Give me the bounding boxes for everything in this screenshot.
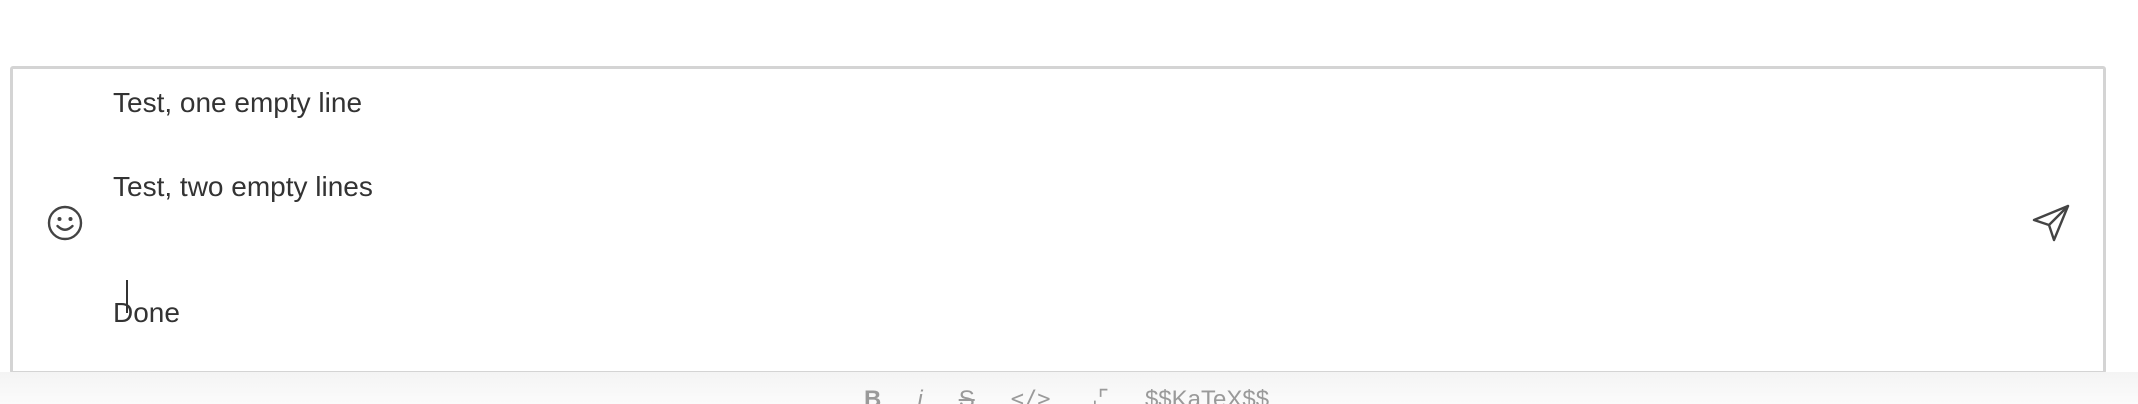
strikethrough-button[interactable]: S <box>959 384 975 404</box>
paper-plane-icon <box>2029 201 2073 250</box>
send-button[interactable] <box>2027 201 2075 249</box>
bold-button[interactable]: B <box>864 384 881 404</box>
katex-button[interactable]: $$KaTeX$$ <box>1145 384 1269 404</box>
italic-button[interactable]: i <box>917 384 922 404</box>
page: Test, one empty line Test, two empty lin… <box>0 0 2138 404</box>
formatting-toolbar: B i S </> ⌟⌜ $$KaTeX$$ <box>0 372 2138 404</box>
editor-line: Test, two empty lines <box>113 171 373 202</box>
smiley-face-icon <box>45 203 85 248</box>
expand-button[interactable]: ⌟⌜ <box>1086 384 1109 404</box>
message-editor[interactable]: Test, one empty line Test, two empty lin… <box>113 83 1983 357</box>
editor-line: Done <box>113 297 180 328</box>
editor-line: Test, one empty line <box>113 87 363 118</box>
code-button[interactable]: </> <box>1011 384 1051 404</box>
message-composer: Test, one empty line Test, two empty lin… <box>10 66 2106 374</box>
emoji-button[interactable] <box>43 203 87 247</box>
toolbar-items: B i S </> ⌟⌜ $$KaTeX$$ <box>864 384 1269 404</box>
